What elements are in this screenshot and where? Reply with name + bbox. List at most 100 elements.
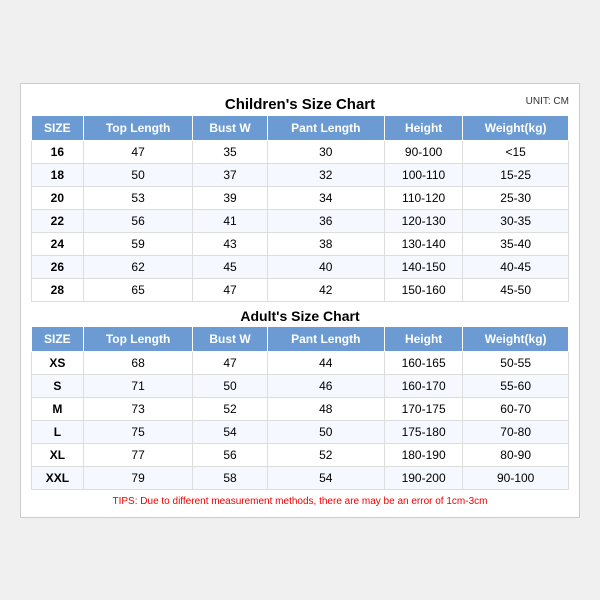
table-cell: 175-180 <box>384 420 462 443</box>
table-cell: 53 <box>83 186 193 209</box>
table-cell: 15-25 <box>463 163 569 186</box>
table-cell: 54 <box>267 466 384 489</box>
table-cell: XXL <box>32 466 84 489</box>
table-cell: 100-110 <box>384 163 462 186</box>
table-cell: 40-45 <box>463 255 569 278</box>
table-cell: 54 <box>193 420 267 443</box>
children-col-bust: Bust W <box>193 115 267 140</box>
table-cell: 47 <box>193 351 267 374</box>
table-cell: 75 <box>83 420 193 443</box>
table-cell: 59 <box>83 232 193 255</box>
table-cell: 37 <box>193 163 267 186</box>
table-cell: S <box>32 374 84 397</box>
children-size-table: SIZE Top Length Bust W Pant Length Heigh… <box>31 115 569 302</box>
table-cell: 190-200 <box>384 466 462 489</box>
table-cell: 24 <box>32 232 84 255</box>
table-cell: 38 <box>267 232 384 255</box>
table-cell: 35 <box>193 140 267 163</box>
table-cell: 60-70 <box>463 397 569 420</box>
table-cell: 56 <box>193 443 267 466</box>
table-cell: 35-40 <box>463 232 569 255</box>
adults-size-table: SIZE Top Length Bust W Pant Length Heigh… <box>31 326 569 490</box>
table-cell: <15 <box>463 140 569 163</box>
table-cell: 45 <box>193 255 267 278</box>
table-row: XL775652180-19080-90 <box>32 443 569 466</box>
children-col-pant: Pant Length <box>267 115 384 140</box>
table-cell: 50 <box>83 163 193 186</box>
table-row: L755450175-18070-80 <box>32 420 569 443</box>
table-cell: 90-100 <box>384 140 462 163</box>
table-cell: 43 <box>193 232 267 255</box>
table-cell: 20 <box>32 186 84 209</box>
table-cell: 48 <box>267 397 384 420</box>
table-cell: 42 <box>267 278 384 301</box>
table-cell: XS <box>32 351 84 374</box>
table-row: 1647353090-100<15 <box>32 140 569 163</box>
table-row: 22564136120-13030-35 <box>32 209 569 232</box>
table-cell: 52 <box>193 397 267 420</box>
table-cell: 25-30 <box>463 186 569 209</box>
table-cell: 50 <box>193 374 267 397</box>
adults-header-row: SIZE Top Length Bust W Pant Length Heigh… <box>32 326 569 351</box>
children-col-height: Height <box>384 115 462 140</box>
table-cell: 80-90 <box>463 443 569 466</box>
table-cell: 52 <box>267 443 384 466</box>
adults-col-size: SIZE <box>32 326 84 351</box>
table-cell: M <box>32 397 84 420</box>
table-cell: 18 <box>32 163 84 186</box>
children-col-size: SIZE <box>32 115 84 140</box>
children-title: Children's Size Chart UNIT: CM <box>31 96 569 113</box>
adults-col-top-length: Top Length <box>83 326 193 351</box>
table-cell: 77 <box>83 443 193 466</box>
table-cell: 65 <box>83 278 193 301</box>
adults-col-bust: Bust W <box>193 326 267 351</box>
adults-col-weight: Weight(kg) <box>463 326 569 351</box>
tips-text: TIPS: Due to different measurement metho… <box>31 490 569 507</box>
table-row: 28654742150-16045-50 <box>32 278 569 301</box>
table-cell: 160-170 <box>384 374 462 397</box>
table-cell: 58 <box>193 466 267 489</box>
table-cell: 62 <box>83 255 193 278</box>
table-cell: 56 <box>83 209 193 232</box>
table-cell: 47 <box>193 278 267 301</box>
table-cell: 71 <box>83 374 193 397</box>
adults-title: Adult's Size Chart <box>31 302 569 326</box>
table-cell: 73 <box>83 397 193 420</box>
table-cell: 36 <box>267 209 384 232</box>
table-cell: 50-55 <box>463 351 569 374</box>
table-cell: 120-130 <box>384 209 462 232</box>
adults-col-height: Height <box>384 326 462 351</box>
children-header-row: SIZE Top Length Bust W Pant Length Heigh… <box>32 115 569 140</box>
table-cell: 70-80 <box>463 420 569 443</box>
table-cell: 90-100 <box>463 466 569 489</box>
table-cell: 30-35 <box>463 209 569 232</box>
unit-label: UNIT: CM <box>526 96 569 107</box>
table-cell: 28 <box>32 278 84 301</box>
table-row: S715046160-17055-60 <box>32 374 569 397</box>
table-cell: 50 <box>267 420 384 443</box>
children-title-text: Children's Size Chart <box>225 96 375 113</box>
table-cell: 30 <box>267 140 384 163</box>
table-cell: 110-120 <box>384 186 462 209</box>
table-row: XS684744160-16550-55 <box>32 351 569 374</box>
table-cell: 130-140 <box>384 232 462 255</box>
table-cell: L <box>32 420 84 443</box>
table-row: 20533934110-12025-30 <box>32 186 569 209</box>
table-row: XXL795854190-20090-100 <box>32 466 569 489</box>
table-cell: 47 <box>83 140 193 163</box>
adults-col-pant: Pant Length <box>267 326 384 351</box>
table-cell: 160-165 <box>384 351 462 374</box>
table-cell: 40 <box>267 255 384 278</box>
table-cell: 39 <box>193 186 267 209</box>
table-cell: 41 <box>193 209 267 232</box>
table-cell: 16 <box>32 140 84 163</box>
table-row: 24594338130-14035-40 <box>32 232 569 255</box>
children-col-top-length: Top Length <box>83 115 193 140</box>
table-cell: XL <box>32 443 84 466</box>
table-row: 18503732100-11015-25 <box>32 163 569 186</box>
table-row: 26624540140-15040-45 <box>32 255 569 278</box>
table-cell: 45-50 <box>463 278 569 301</box>
table-cell: 55-60 <box>463 374 569 397</box>
table-cell: 140-150 <box>384 255 462 278</box>
table-cell: 26 <box>32 255 84 278</box>
